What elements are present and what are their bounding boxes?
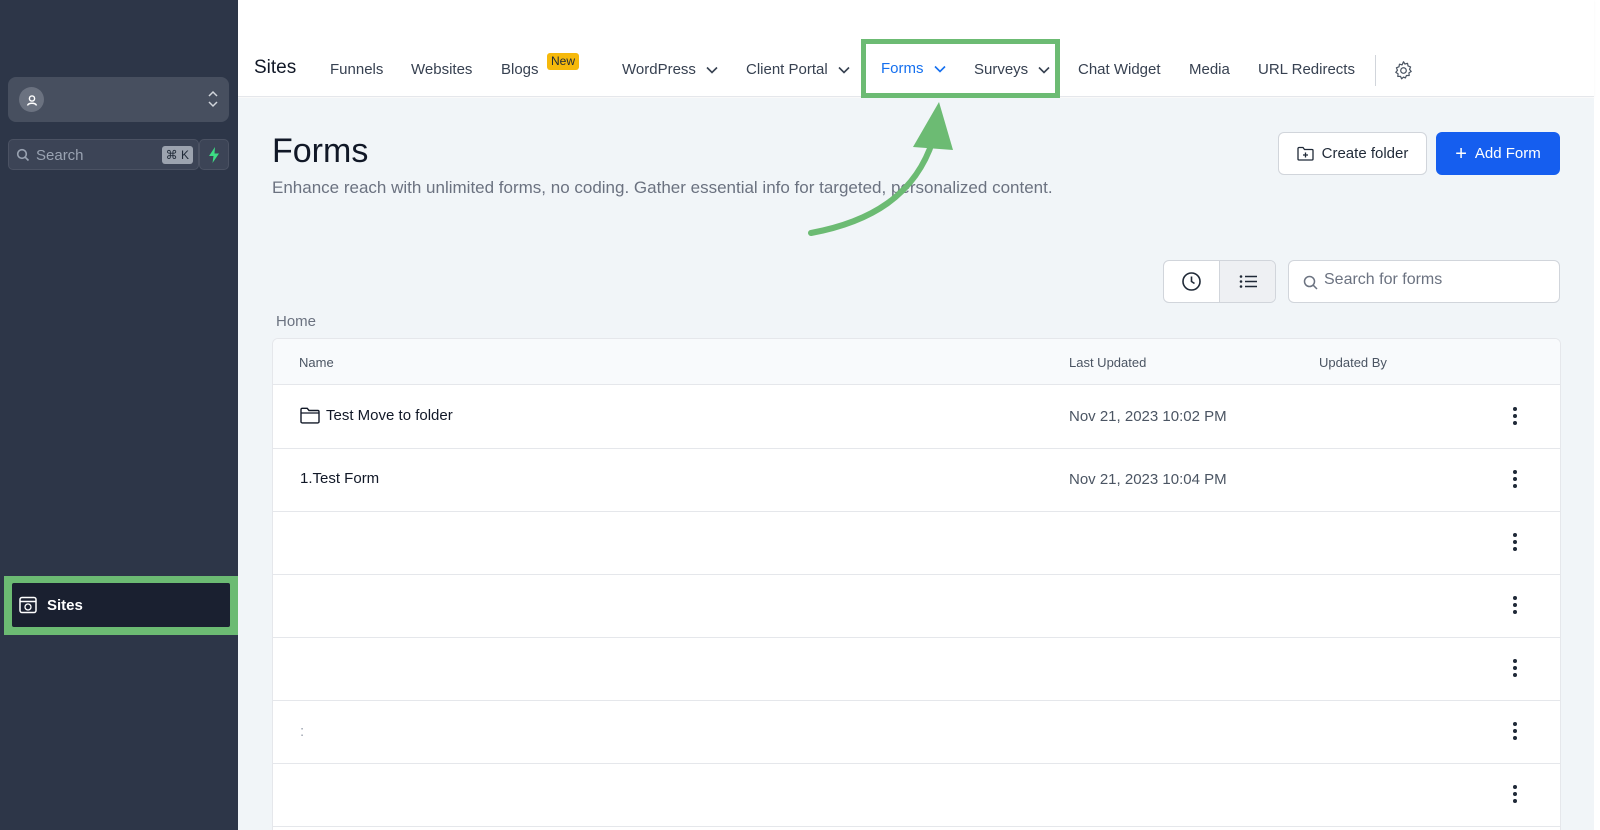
forms-search[interactable] [1288,260,1560,303]
list-view-button[interactable] [1220,261,1275,302]
row-actions-menu[interactable] [1510,530,1520,554]
gear-icon[interactable] [1393,60,1414,81]
nav-divider [1375,55,1376,86]
folder-icon [300,407,320,424]
folder-plus-icon [1296,146,1314,161]
row-name[interactable]: 1.Test Form [300,470,379,487]
row-actions-menu[interactable] [1510,719,1520,743]
view-toggle [1163,260,1276,303]
tab-blogs[interactable]: Blogs [501,61,539,78]
sidebar-item-sites[interactable]: Sites [12,583,230,627]
search-icon [1303,275,1318,290]
row-last-updated: Nov 21, 2023 10:04 PM [1069,471,1227,488]
location-icon [19,87,44,112]
chevron-down-icon [706,66,718,74]
row-actions-menu[interactable] [1510,404,1520,428]
sidebar-item-label: Sites [47,596,83,614]
page-description: Enhance reach with unlimited forms, no c… [272,178,1053,197]
column-header-updated-by[interactable]: Updated By [1319,355,1387,370]
forms-surveys-highlight-frame [861,39,1060,98]
row-name[interactable]: Test Move to folder [300,407,453,424]
new-badge: New [547,53,580,70]
clock-icon [1182,272,1201,291]
table-row[interactable]: Test Move to folder Nov 21, 2023 10:02 P… [273,386,1560,449]
row-last-updated: Nov 21, 2023 10:02 PM [1069,408,1227,425]
tab-label: Client Portal [746,61,828,78]
sidebar-search-label: Search [36,147,84,164]
column-header-name[interactable]: Name [299,355,334,370]
row-actions-menu[interactable] [1510,782,1520,806]
tab-wordpress[interactable]: WordPress [622,61,718,78]
search-forms-input[interactable] [1324,271,1544,289]
tab-url-redirects[interactable]: URL Redirects [1258,61,1355,78]
sidebar: Search ⌘ K Sites [0,0,238,830]
row-actions-menu[interactable] [1510,467,1520,491]
search-shortcut-badge: ⌘ K [161,146,193,164]
row-actions-menu[interactable] [1510,593,1520,617]
tab-label: WordPress [622,61,696,78]
sites-icon [19,596,37,614]
list-icon [1239,275,1257,288]
table-row[interactable] [273,575,1560,638]
tab-media[interactable]: Media [1189,61,1230,78]
breadcrumb[interactable]: Home [276,313,316,330]
page-title: Forms [272,132,369,170]
tab-funnels[interactable]: Funnels [330,61,383,78]
nav-title: Sites [254,57,297,78]
plus-icon: + [1455,142,1467,165]
chevron-down-icon [838,66,850,74]
bolt-icon [209,146,219,163]
row-actions-menu[interactable] [1510,656,1520,680]
tab-websites[interactable]: Websites [411,61,472,78]
table-row[interactable]: 1.Test Form Nov 21, 2023 10:04 PM [273,449,1560,512]
row-name-text: 1.Test Form [300,470,380,487]
column-header-last-updated[interactable]: Last Updated [1069,355,1146,370]
table-row[interactable] [273,764,1560,827]
table-row[interactable] [273,512,1560,575]
table-row[interactable] [273,638,1560,701]
table-header: Name Last Updated Updated By [273,339,1560,385]
sidebar-search[interactable]: Search ⌘ K [8,139,199,170]
chevron-updown-icon [208,90,218,108]
tab-client-portal[interactable]: Client Portal [746,61,850,78]
quick-actions-button[interactable] [199,139,229,170]
create-folder-button[interactable]: Create folder [1278,132,1427,175]
row-name-text: Test Move to folder [326,407,453,424]
forms-table: Name Last Updated Updated By Test Move t… [272,338,1561,830]
recent-view-button[interactable] [1164,261,1220,302]
add-form-button[interactable]: + Add Form [1436,132,1560,175]
table-row[interactable]: : [273,701,1560,764]
search-icon [16,148,30,162]
account-switcher[interactable] [8,77,229,122]
main-content: Forms Enhance reach with unlimited forms… [238,98,1594,830]
row-name-text: : [300,723,305,740]
create-folder-label: Create folder [1321,145,1409,162]
tab-chat-widget[interactable]: Chat Widget [1078,61,1161,78]
add-form-label: Add Form [1474,145,1541,162]
